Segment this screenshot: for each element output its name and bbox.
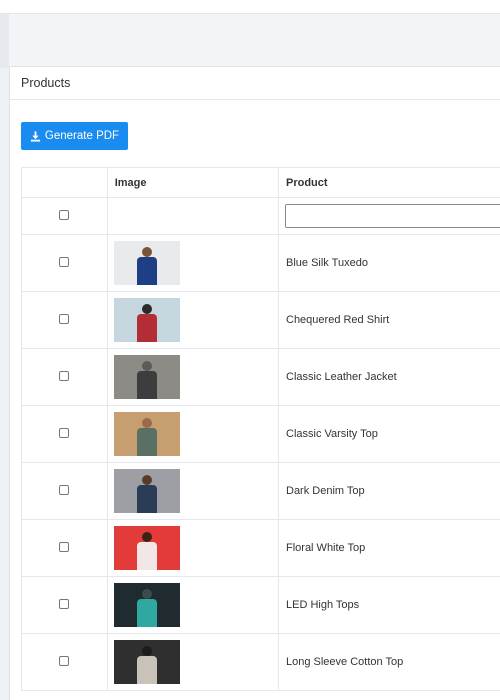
product-image-cell <box>106 234 280 292</box>
table-row[interactable]: Blue Silk Tuxedo <box>21 234 500 292</box>
table-row[interactable]: Classic Leather Jacket <box>21 348 500 406</box>
products-table: Image Product Blue Silk Tuxedo Chequered … <box>21 167 500 691</box>
product-thumbnail <box>113 241 180 285</box>
generate-pdf-label: Generate PDF <box>44 130 120 142</box>
row-select-cell <box>21 519 108 577</box>
product-thumbnail <box>113 355 180 399</box>
table-row[interactable]: Classic Varsity Top <box>21 405 500 463</box>
thumbnail-figure-body <box>136 656 157 684</box>
select-all-checkbox[interactable] <box>59 209 70 220</box>
product-image-cell <box>106 405 280 463</box>
table-row[interactable]: Dark Denim Top <box>21 462 500 520</box>
thumbnail-figure-body <box>136 542 157 570</box>
product-image-cell <box>106 291 280 349</box>
product-filter-cell <box>278 197 500 235</box>
select-column-header <box>21 167 108 198</box>
product-image-cell <box>106 576 280 634</box>
row-select-cell <box>21 291 108 349</box>
product-name: Classic Leather Jacket <box>278 348 500 406</box>
thumbnail-figure-head <box>141 304 152 314</box>
table-row[interactable]: LED High Tops <box>21 576 500 634</box>
thumbnail-figure-head <box>141 361 152 371</box>
select-all-cell <box>21 197 108 235</box>
top-navbar <box>0 0 500 14</box>
product-thumbnail <box>113 469 180 513</box>
thumbnail-figure-head <box>141 646 152 656</box>
filter-row <box>21 197 500 235</box>
table-row[interactable]: Chequered Red Shirt <box>21 291 500 349</box>
product-thumbnail <box>113 640 180 684</box>
product-name: Long Sleeve Cotton Top <box>278 633 500 691</box>
row-checkbox[interactable] <box>59 427 70 438</box>
product-column-header[interactable]: Product <box>278 167 500 198</box>
product-name: Chequered Red Shirt <box>278 291 500 349</box>
thumbnail-figure-head <box>141 247 152 257</box>
row-select-cell <box>21 348 108 406</box>
row-checkbox[interactable] <box>59 598 70 609</box>
thumbnail-figure-head <box>141 589 152 599</box>
row-checkbox[interactable] <box>59 256 70 267</box>
row-checkbox[interactable] <box>59 313 70 324</box>
product-thumbnail <box>113 412 180 456</box>
thumbnail-figure-body <box>136 428 157 456</box>
page-subheader <box>0 14 500 66</box>
product-image-cell <box>106 348 280 406</box>
table-row[interactable]: Floral White Top <box>21 519 500 577</box>
thumbnail-figure-head <box>141 475 152 485</box>
image-column-header[interactable]: Image <box>106 167 280 198</box>
product-name: LED High Tops <box>278 576 500 634</box>
row-select-cell <box>21 633 108 691</box>
image-filter-cell <box>106 197 280 235</box>
product-name: Floral White Top <box>278 519 500 577</box>
product-name: Dark Denim Top <box>278 462 500 520</box>
table-header-row: Image Product <box>21 167 500 198</box>
generate-pdf-button[interactable]: Generate PDF <box>21 122 128 150</box>
products-panel: Products Generate PDF Image Product Blue… <box>9 66 500 700</box>
thumbnail-figure-body <box>136 485 157 513</box>
row-select-cell <box>21 462 108 520</box>
product-thumbnail <box>113 526 180 570</box>
row-select-cell <box>21 234 108 292</box>
row-checkbox[interactable] <box>59 541 70 552</box>
thumbnail-figure-body <box>136 257 157 285</box>
product-image-cell <box>106 633 280 691</box>
product-name: Classic Varsity Top <box>278 405 500 463</box>
row-checkbox[interactable] <box>59 370 70 381</box>
thumbnail-figure-body <box>136 371 157 399</box>
product-image-cell <box>106 462 280 520</box>
panel-header: Products <box>10 67 500 100</box>
row-checkbox[interactable] <box>59 655 70 666</box>
product-thumbnail <box>113 583 180 627</box>
download-icon <box>30 130 41 142</box>
table-row[interactable]: Long Sleeve Cotton Top <box>21 633 500 691</box>
thumbnail-figure-body <box>136 599 157 627</box>
row-checkbox[interactable] <box>59 484 70 495</box>
thumbnail-figure-head <box>141 418 152 428</box>
row-select-cell <box>21 405 108 463</box>
thumbnail-figure-body <box>136 314 157 342</box>
product-filter-input[interactable] <box>285 204 500 228</box>
product-name: Blue Silk Tuxedo <box>278 234 500 292</box>
sidebar-edge <box>0 14 9 68</box>
panel-title: Products <box>21 76 71 90</box>
product-image-cell <box>106 519 280 577</box>
product-thumbnail <box>113 298 180 342</box>
row-select-cell <box>21 576 108 634</box>
thumbnail-figure-head <box>141 532 152 542</box>
